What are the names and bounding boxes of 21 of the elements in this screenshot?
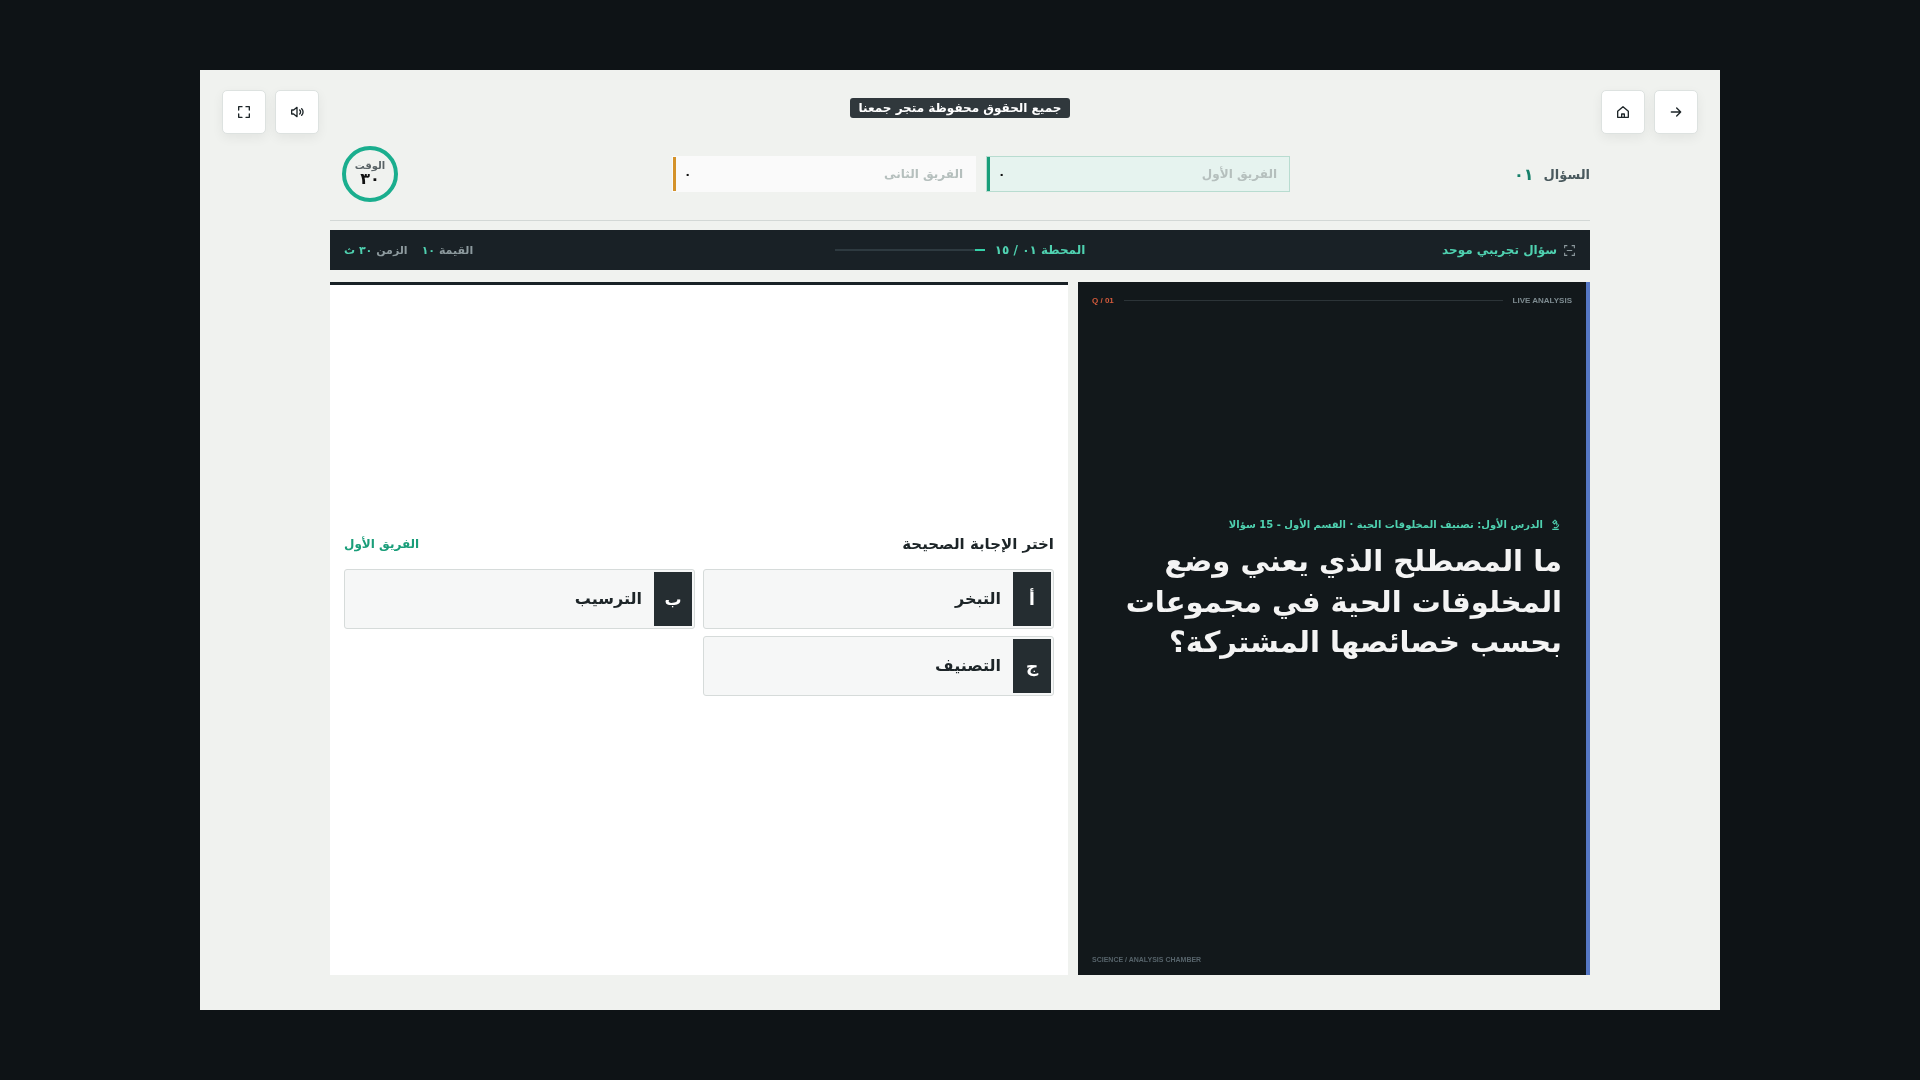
- live-analysis-label: LIVE ANALYSIS: [1512, 296, 1572, 305]
- time-text: ٣٠ ث: [344, 243, 373, 257]
- question-number: ٠١: [1514, 164, 1534, 184]
- copyright-badge: جميع الحقوق محفوظة متجر جمعنا: [849, 98, 1071, 118]
- question-label: السؤال: [1543, 166, 1590, 182]
- status-title: سؤال تجريبي موحد: [1442, 243, 1557, 257]
- time-label: الزمن: [376, 243, 408, 257]
- answer-option[interactable]: ج التصنيف: [703, 635, 1054, 696]
- team-score-field: الفريق الثانى ٠: [672, 156, 976, 192]
- question-index: Q / 01: [1092, 296, 1114, 305]
- timer-label: الوقت: [354, 161, 386, 171]
- value-text: ١٠: [421, 243, 436, 257]
- answer-option[interactable]: أ التبخر: [703, 568, 1054, 629]
- timer-value: ٣٠: [360, 171, 380, 187]
- question-text: ما المصطلح الذي يعني وضع المخلوقات الحية في مجموعات بحسب خصائصها المشتركة؟: [1124, 543, 1562, 662]
- team-turn-label: الفريق الأول: [344, 536, 420, 551]
- answer-option[interactable]: ب الترسيب: [344, 568, 695, 629]
- answer-prompt: اختر الإجابة الصحيحة: [902, 534, 1054, 553]
- station-label: المحطة ٠١ / ١٥: [994, 243, 1086, 257]
- lesson-label: الدرس الأول: تصنيف المخلوقات الحية · القسم الأول - 15 سؤالا: [1228, 519, 1543, 531]
- value-label: القيمة: [438, 243, 474, 257]
